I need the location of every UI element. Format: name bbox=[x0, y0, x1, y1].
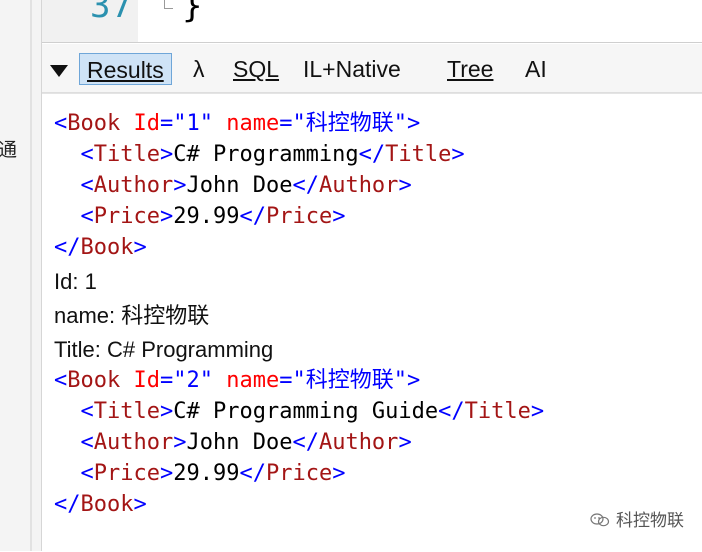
left-panel: 通 bbox=[0, 0, 42, 551]
tab-il-native[interactable]: IL+Native bbox=[303, 53, 401, 85]
output-name-line: name: 科控物联 bbox=[54, 303, 210, 328]
tab-lambda[interactable]: λ bbox=[193, 53, 205, 85]
xml-line: <Price>29.99</Price> bbox=[80, 204, 346, 229]
tab-sql[interactable]: SQL bbox=[233, 53, 279, 85]
results-pane[interactable]: <Book Id="1" name="科控物联"> <Title>C# Prog… bbox=[42, 93, 702, 552]
panel-divider bbox=[30, 0, 32, 551]
tab-ai[interactable]: AI bbox=[525, 53, 547, 85]
wechat-icon bbox=[590, 513, 610, 527]
line-number: 37 bbox=[90, 0, 133, 26]
line-number-gutter: 37 bbox=[42, 0, 138, 42]
output-title-line: Title: C# Programming bbox=[54, 337, 274, 362]
xml-line: <Title>C# Programming</Title> bbox=[80, 142, 465, 167]
xml-line: <Author>John Doe</Author> bbox=[80, 173, 412, 198]
xml-line: </Book> bbox=[54, 235, 147, 260]
tab-results[interactable]: Results bbox=[79, 53, 172, 85]
xml-line: <Author>John Doe</Author> bbox=[80, 430, 412, 455]
watermark: 科控物联 bbox=[590, 506, 684, 531]
tab-tree[interactable]: Tree bbox=[447, 53, 493, 85]
left-panel-text: 通 bbox=[0, 139, 18, 161]
xml-line: <Price>29.99</Price> bbox=[80, 461, 346, 486]
watermark-text: 科控物联 bbox=[616, 511, 684, 531]
output-id-line: Id: 1 bbox=[54, 269, 97, 294]
code-line[interactable]: } bbox=[182, 0, 202, 26]
collapse-triangle-icon[interactable] bbox=[50, 65, 68, 77]
xml-line: <Book Id="2" name="科控物联"> bbox=[54, 368, 421, 393]
results-toolbar: Results λ SQL IL+Native Tree AI bbox=[42, 44, 702, 93]
xml-line: </Book> bbox=[54, 492, 147, 517]
xml-line: <Book Id="1" name="科控物联"> bbox=[54, 111, 421, 136]
xml-line: <Title>C# Programming Guide</Title> bbox=[80, 399, 545, 424]
fold-guide-icon bbox=[164, 0, 173, 9]
code-editor[interactable]: 37 } bbox=[42, 0, 702, 43]
